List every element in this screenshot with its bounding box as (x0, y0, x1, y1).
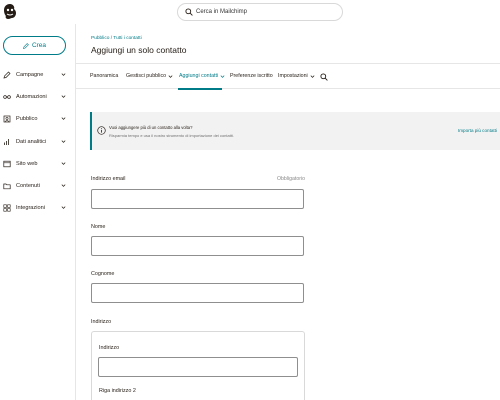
sidebar-item-label: Automazioni (16, 94, 47, 100)
top-bar: Cerca in Mailchimp (0, 0, 500, 24)
tab-label: Panoramica (90, 73, 119, 79)
sidebar-item-pubblico[interactable]: Pubblico (0, 112, 76, 126)
active-tab-indicator (178, 88, 222, 90)
first-name-field[interactable] (91, 236, 304, 256)
sidebar-item-automazioni[interactable]: Automazioni (0, 90, 76, 104)
search-placeholder: Cerca in Mailchimp (196, 9, 248, 15)
chevron-down-icon (61, 162, 66, 165)
tab-label: Impostazioni (278, 73, 308, 79)
last-name-field[interactable] (91, 283, 304, 303)
breadcrumb[interactable]: Pubblico / Tutti i contatti (91, 36, 142, 41)
tab-aggiungi-contatti[interactable]: Aggiungi contatti (179, 73, 225, 79)
search-input[interactable]: Cerca in Mailchimp (177, 3, 343, 21)
info-icon (97, 126, 106, 135)
email-field[interactable] (91, 189, 304, 209)
chevron-down-icon (61, 95, 66, 98)
address-line2-label: Riga indirizzo 2 (99, 388, 136, 394)
sidebar-item-label: Pubblico (16, 116, 38, 122)
tab-impostazioni[interactable]: Impostazioni (278, 73, 315, 79)
chevron-down-icon (310, 74, 315, 78)
folder-icon (2, 181, 12, 191)
sidebar-item-campagne[interactable]: Campagne (0, 68, 76, 82)
required-hint: Obbligatorio (277, 176, 305, 182)
create-button-label: Crea (31, 42, 47, 49)
chevron-down-icon (61, 184, 66, 187)
sidebar-item-sito-web[interactable]: Sito web (0, 157, 76, 171)
mailchimp-logo-icon[interactable] (3, 3, 17, 20)
sidebar-item-label: Sito web (16, 161, 38, 167)
first-name-label: Nome (91, 224, 106, 230)
import-contacts-link[interactable]: Importa più contatti (458, 128, 497, 133)
tab-bar: Panoramica Gestisci pubblico Aggiungi co… (76, 63, 500, 90)
chevron-down-icon (61, 73, 66, 76)
chevron-down-icon (61, 117, 66, 120)
banner-text: Risparmia tempo e usa il nostro strument… (109, 133, 234, 138)
chevron-down-icon (168, 74, 173, 78)
sidebar-item-contenuti[interactable]: Contenuti (0, 179, 76, 193)
banner-title: Vuoi aggiungere più di un contatto alla … (109, 125, 193, 130)
sidebar-item-dati-analitici[interactable]: Dati analitici (0, 135, 76, 149)
sidebar: Crea Campagne Automazioni Pubblico Dati … (0, 24, 76, 400)
sidebar-item-label: Campagne (16, 72, 44, 78)
sidebar-item-integrazioni[interactable]: Integrazioni (0, 201, 76, 215)
last-name-label: Cognome (91, 271, 115, 277)
create-button[interactable]: Crea (3, 36, 66, 55)
email-label: Indirizzo email (91, 176, 126, 182)
sidebar-item-label: Contenuti (16, 183, 40, 189)
grid-icon (2, 203, 12, 213)
chevron-down-icon (61, 140, 66, 143)
chevron-down-icon (61, 206, 66, 209)
tab-panoramica[interactable]: Panoramica (90, 73, 118, 79)
pencil-icon (23, 42, 29, 49)
page-title: Aggiungi un solo contatto (91, 45, 187, 55)
automation-icon (2, 92, 12, 102)
pencil-icon (2, 70, 12, 80)
search-icon[interactable] (320, 73, 328, 81)
tab-label: Aggiungi contatti (179, 73, 219, 79)
tab-preferenze-iscritto[interactable]: Preferenze iscritto (230, 73, 273, 79)
tab-gestisci-pubblico[interactable]: Gestisci pubblico (126, 73, 173, 79)
address-field[interactable] (98, 357, 298, 377)
website-icon (2, 159, 12, 169)
sidebar-item-label: Dati analitici (16, 139, 47, 145)
address-group: Indirizzo Riga indirizzo 2 (91, 331, 305, 400)
tab-label: Preferenze iscritto (230, 73, 273, 79)
audience-icon (2, 114, 12, 124)
search-icon (185, 8, 193, 16)
import-info-banner: Vuoi aggiungere più di un contatto alla … (90, 112, 500, 150)
chart-icon (2, 137, 12, 147)
address-section-label: Indirizzo (91, 319, 112, 325)
chevron-down-icon (220, 74, 225, 78)
tab-label: Gestisci pubblico (126, 73, 167, 79)
address-label: Indirizzo (99, 345, 120, 351)
sidebar-item-label: Integrazioni (16, 205, 45, 211)
